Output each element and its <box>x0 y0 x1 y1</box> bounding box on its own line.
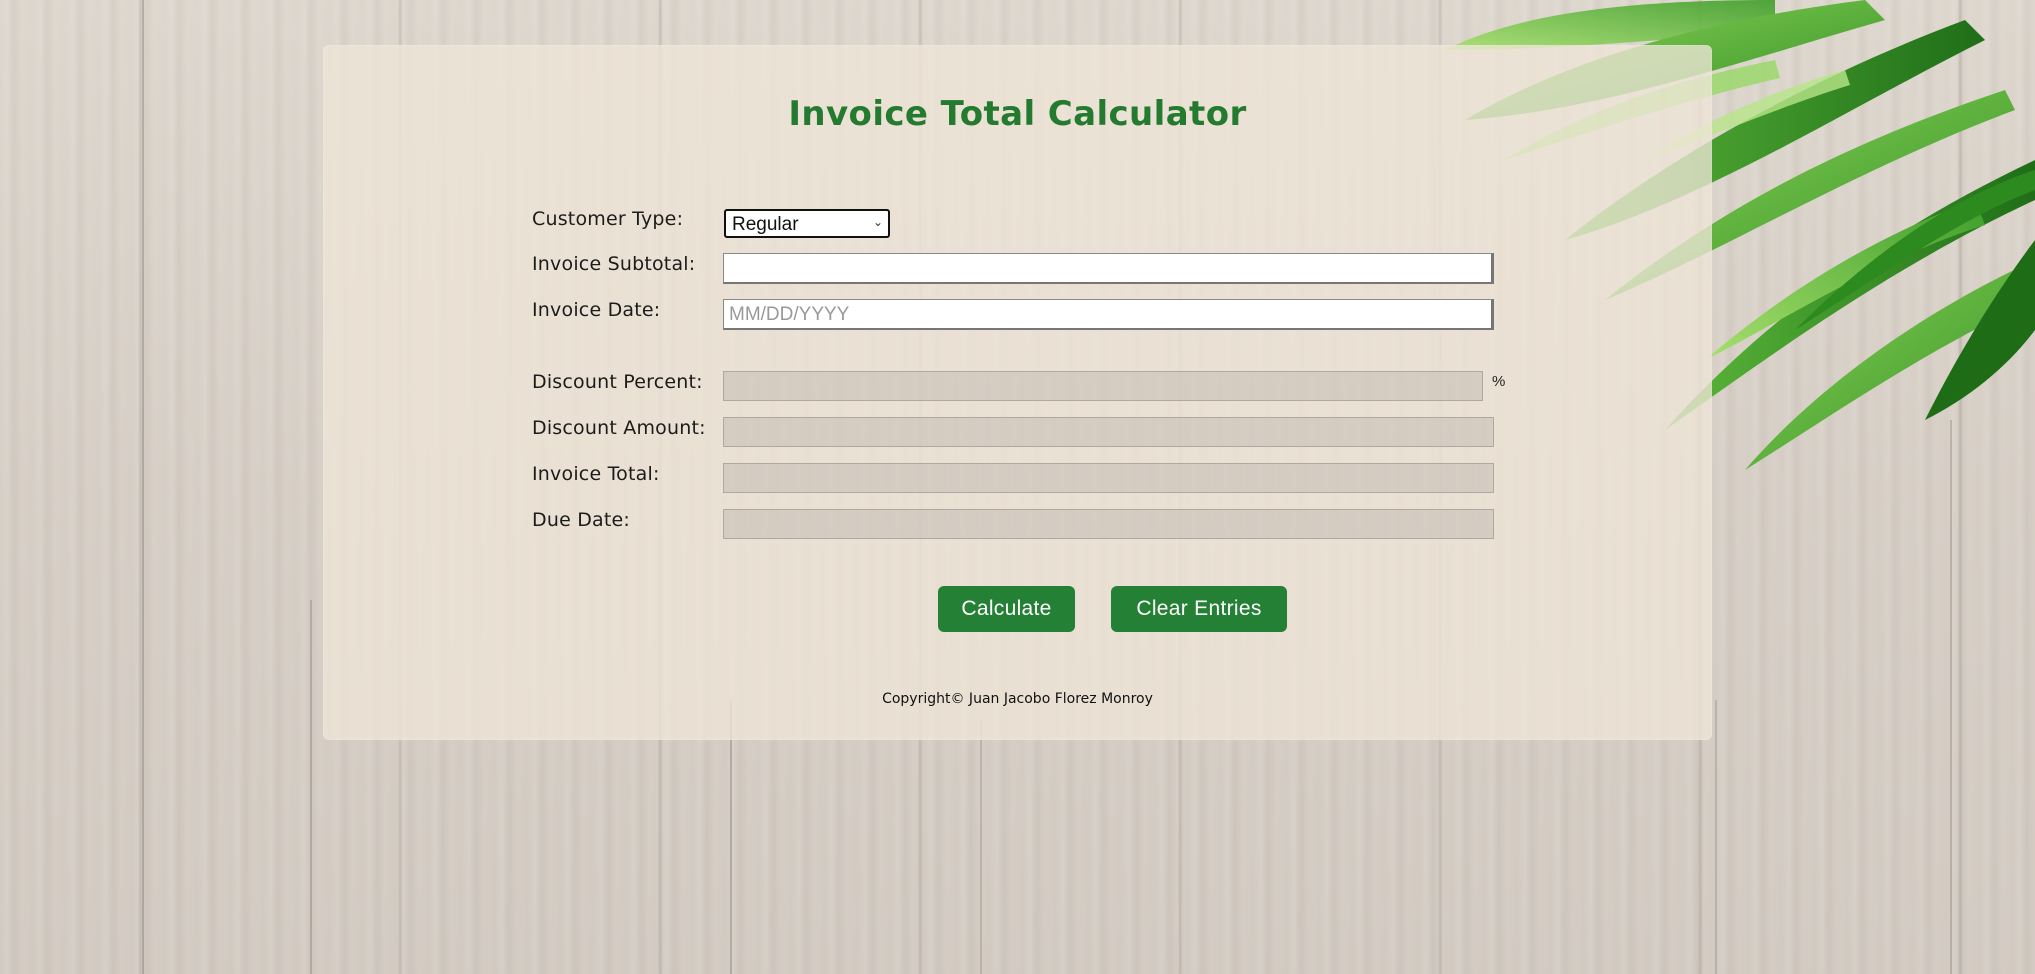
invoice-subtotal-input[interactable] <box>723 253 1494 284</box>
discount-amount-output <box>723 417 1494 447</box>
wood-crack <box>980 720 982 974</box>
discount-amount-label: Discount Amount: <box>532 417 706 439</box>
due-date-output <box>723 509 1494 539</box>
invoice-subtotal-label: Invoice Subtotal: <box>532 253 696 275</box>
wood-crack <box>730 700 732 974</box>
discount-percent-label: Discount Percent: <box>532 371 703 393</box>
wood-crack <box>142 0 144 974</box>
invoice-date-placeholder: MM/DD/YYYY <box>729 304 850 325</box>
calculate-button[interactable]: Calculate <box>938 586 1075 632</box>
wood-crack <box>1715 700 1717 974</box>
percent-sign: % <box>1492 373 1506 390</box>
customer-type-select[interactable]: Regular ⌄ <box>724 209 890 238</box>
invoice-total-output <box>723 463 1494 493</box>
clear-entries-button[interactable]: Clear Entries <box>1111 586 1287 632</box>
invoice-date-label: Invoice Date: <box>532 299 661 321</box>
wood-crack <box>310 600 312 974</box>
customer-type-selected-value: Regular <box>732 214 799 235</box>
chevron-down-icon: ⌄ <box>872 215 883 229</box>
invoice-total-label: Invoice Total: <box>532 463 660 485</box>
page-title: Invoice Total Calculator <box>788 94 1247 134</box>
invoice-date-input[interactable]: MM/DD/YYYY <box>723 299 1494 330</box>
copyright-text: Copyright© Juan Jacobo Florez Monroy <box>882 691 1153 707</box>
discount-percent-output <box>723 371 1483 401</box>
customer-type-label: Customer Type: <box>532 208 684 230</box>
due-date-label: Due Date: <box>532 509 631 531</box>
